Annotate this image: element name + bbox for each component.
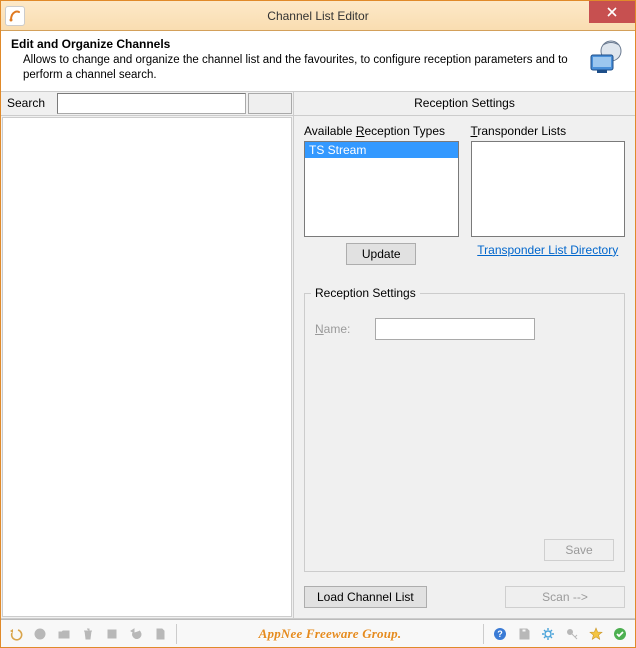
- transponder-lists-label-post: ransponder Lists: [477, 124, 566, 138]
- save-button[interactable]: Save: [544, 539, 614, 561]
- right-pane: Reception Settings Available Reception T…: [294, 92, 635, 618]
- name-label: Name:: [315, 322, 365, 336]
- transponder-lists-column: Transponder Lists: [471, 124, 626, 237]
- header-texts: Edit and Organize Channels Allows to cha…: [11, 37, 571, 83]
- help-icon[interactable]: ?: [489, 623, 511, 645]
- window-title: Channel List Editor: [1, 9, 635, 23]
- save-icon[interactable]: [513, 623, 535, 645]
- reception-types-label-post: eception Types: [365, 124, 446, 138]
- svg-text:?: ?: [497, 629, 503, 639]
- reception-types-label: Available Reception Types: [304, 124, 459, 138]
- status-right-group: ?: [489, 623, 631, 645]
- gear-icon[interactable]: [537, 623, 559, 645]
- reception-types-column: Available Reception Types TS Stream: [304, 124, 459, 237]
- folder-icon[interactable]: [53, 623, 75, 645]
- name-row: Name:: [315, 318, 614, 340]
- scan-button[interactable]: Scan -->: [505, 586, 625, 608]
- ok-icon[interactable]: [609, 623, 631, 645]
- search-button[interactable]: [248, 93, 292, 114]
- status-left-group: [5, 623, 171, 645]
- search-input[interactable]: [57, 93, 246, 114]
- group-legend: Reception Settings: [311, 286, 420, 300]
- transponder-directory-link[interactable]: Transponder List Directory: [477, 243, 618, 265]
- under-lists-row: Update Transponder List Directory: [304, 243, 625, 265]
- header-description: Allows to change and organize the channe…: [11, 51, 571, 83]
- header-panel: Edit and Organize Channels Allows to cha…: [1, 31, 635, 92]
- reception-settings-group: Reception Settings Name: Save: [304, 293, 625, 572]
- reception-settings-header: Reception Settings: [294, 92, 635, 116]
- list-item[interactable]: TS Stream: [305, 142, 458, 158]
- app-icon: [5, 6, 25, 26]
- star-icon[interactable]: [585, 623, 607, 645]
- channel-tree[interactable]: [2, 117, 292, 617]
- undo2-icon[interactable]: [125, 623, 147, 645]
- bottom-button-row: Load Channel List Scan -->: [304, 586, 625, 608]
- status-separator: [483, 624, 484, 644]
- doc-icon[interactable]: [149, 623, 171, 645]
- window-root: Channel List Editor Edit and Organize Ch…: [0, 0, 636, 648]
- stop-icon[interactable]: [101, 623, 123, 645]
- name-input[interactable]: [375, 318, 535, 340]
- header-icon: [579, 37, 625, 77]
- name-label-accel: N: [315, 322, 324, 336]
- status-bar: AppNee Freeware Group. ?: [1, 619, 635, 647]
- watermark-text: AppNee Freeware Group.: [182, 626, 478, 642]
- status-separator: [176, 624, 177, 644]
- close-icon: [607, 7, 617, 17]
- reception-settings-body: Available Reception Types TS Stream Tran…: [294, 116, 635, 618]
- update-button[interactable]: Update: [346, 243, 416, 265]
- search-row: Search: [1, 92, 293, 116]
- transponder-lists-list[interactable]: [471, 141, 626, 237]
- name-label-post: ame:: [324, 322, 351, 336]
- search-label: Search: [1, 92, 57, 115]
- trash-icon[interactable]: [77, 623, 99, 645]
- types-row: Available Reception Types TS Stream Tran…: [304, 124, 625, 237]
- undo-icon[interactable]: [5, 623, 27, 645]
- left-pane: Search: [1, 92, 294, 618]
- close-button[interactable]: [589, 1, 635, 23]
- reception-types-label-accel: R: [356, 124, 365, 138]
- header-title: Edit and Organize Channels: [11, 37, 571, 51]
- title-bar: Channel List Editor: [1, 1, 635, 31]
- reception-types-list[interactable]: TS Stream: [304, 141, 459, 237]
- globe-icon[interactable]: [29, 623, 51, 645]
- load-channel-list-button[interactable]: Load Channel List: [304, 586, 427, 608]
- transponder-lists-label: Transponder Lists: [471, 124, 626, 138]
- key-icon[interactable]: [561, 623, 583, 645]
- reception-types-label-pre: Available: [304, 124, 356, 138]
- main-area: Search Reception Settings Available Rece…: [1, 92, 635, 619]
